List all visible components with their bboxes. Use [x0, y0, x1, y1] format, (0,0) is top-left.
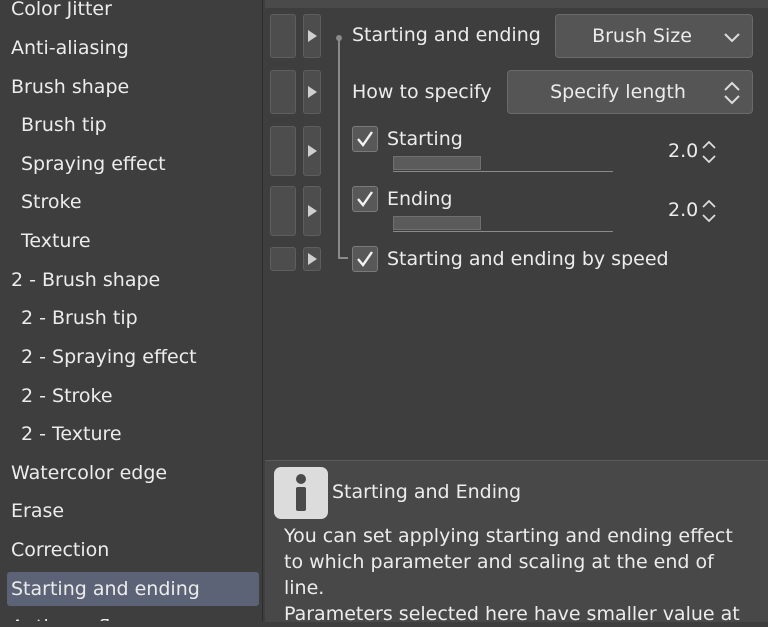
settings-panel: Starting and ending Brush Size How to sp… — [263, 0, 768, 625]
how-to-specify-value: Specify length — [550, 81, 686, 103]
sidebar-item-starting-and-ending[interactable]: Starting and ending — [7, 572, 259, 606]
starting-spinner-icon[interactable] — [701, 138, 717, 166]
play-arrow-icon — [307, 86, 317, 98]
starting-value[interactable]: 2.0 — [668, 140, 698, 162]
sidebar-item-stroke[interactable]: Stroke — [0, 185, 262, 219]
chevron-down-icon — [724, 33, 740, 43]
sidebar-item-correction[interactable]: Correction — [0, 533, 262, 567]
sidebar-item-brush-shape[interactable]: Brush shape — [0, 70, 262, 104]
starting-slider-track — [393, 171, 613, 172]
play-arrow-icon — [307, 253, 317, 265]
sidebar-item-2-spraying-effect[interactable]: 2 - Spraying effect — [0, 340, 262, 374]
how-to-specify-label: How to specify — [352, 81, 492, 103]
lock-toggle-starting[interactable] — [270, 126, 296, 176]
ending-label: Ending — [387, 188, 453, 210]
starting-ending-dropdown[interactable]: Brush Size — [555, 14, 753, 58]
starting-ending-value: Brush Size — [592, 25, 692, 47]
sidebar-item-2-brush-shape[interactable]: 2 - Brush shape — [0, 263, 262, 297]
play-arrow-icon — [307, 30, 317, 42]
category-sidebar: Color Jitter Anti-aliasing Brush shape B… — [0, 0, 263, 621]
lock-toggle-how-to-specify[interactable] — [270, 70, 296, 114]
top-divider — [265, 0, 768, 8]
sidebar-item-erase[interactable]: Erase — [0, 494, 262, 528]
expand-arrow-how-to-specify[interactable] — [303, 70, 321, 114]
sidebar-item-brush-tip[interactable]: Brush tip — [0, 108, 262, 142]
sidebar-item-color-jitter[interactable]: Color Jitter — [0, 0, 262, 26]
help-text: You can set applying starting and ending… — [284, 523, 754, 627]
bracket-end — [338, 257, 348, 259]
ending-checkbox[interactable] — [352, 186, 378, 212]
how-to-specify-dropdown[interactable]: Specify length — [507, 70, 753, 114]
chevron-updown-icon — [724, 81, 740, 105]
expand-arrow-starting-ending[interactable] — [303, 14, 321, 58]
ending-spinner-icon[interactable] — [701, 197, 717, 225]
starting-slider[interactable] — [393, 156, 613, 172]
help-paragraph-1: You can set applying starting and ending… — [284, 525, 733, 599]
lock-toggle-by-speed[interactable] — [270, 247, 296, 271]
bracket-dot — [336, 35, 342, 41]
sidebar-item-2-brush-tip[interactable]: 2 - Brush tip — [0, 301, 262, 335]
play-arrow-icon — [307, 205, 317, 217]
expand-arrow-ending[interactable] — [303, 186, 321, 236]
help-paragraph-2: Parameters selected here have smaller va… — [284, 603, 740, 625]
lock-toggle-starting-ending[interactable] — [270, 14, 296, 58]
ending-slider-track — [393, 231, 613, 232]
sidebar-item-2-stroke[interactable]: 2 - Stroke — [0, 379, 262, 413]
by-speed-checkbox[interactable] — [352, 246, 378, 272]
info-icon — [274, 467, 328, 519]
play-arrow-icon — [307, 145, 317, 157]
sidebar-item-anti-overflow[interactable]: Anti-overflow — [0, 610, 262, 621]
sidebar-item-2-texture[interactable]: 2 - Texture — [0, 417, 262, 451]
checkmark-icon — [357, 251, 373, 267]
starting-checkbox[interactable] — [352, 126, 378, 152]
sidebar-item-spraying-effect[interactable]: Spraying effect — [0, 147, 262, 181]
group-bracket — [338, 38, 340, 259]
starting-ending-label: Starting and ending — [352, 24, 541, 46]
checkmark-icon — [357, 191, 373, 207]
ending-slider[interactable] — [393, 216, 613, 232]
expand-arrow-by-speed[interactable] — [303, 247, 321, 271]
help-panel: Starting and Ending You can set applying… — [265, 460, 768, 625]
expand-arrow-starting[interactable] — [303, 126, 321, 176]
ending-slider-fill — [393, 216, 481, 230]
starting-slider-fill — [393, 156, 481, 170]
sidebar-item-watercolor-edge[interactable]: Watercolor edge — [0, 456, 262, 490]
lock-toggle-ending[interactable] — [270, 186, 296, 236]
by-speed-label: Starting and ending by speed — [387, 248, 669, 270]
checkmark-icon — [357, 131, 373, 147]
sidebar-item-anti-aliasing[interactable]: Anti-aliasing — [0, 31, 262, 65]
ending-value[interactable]: 2.0 — [668, 199, 698, 221]
help-title: Starting and Ending — [332, 481, 522, 503]
sidebar-item-texture[interactable]: Texture — [0, 224, 262, 258]
starting-label: Starting — [387, 128, 463, 150]
